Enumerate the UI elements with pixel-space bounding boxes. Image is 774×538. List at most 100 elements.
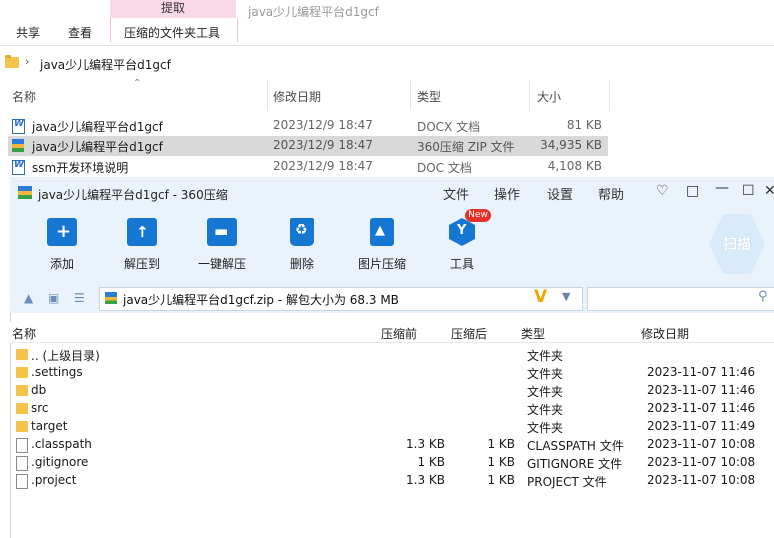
file-row[interactable]: java少儿编程平台d1gcf 2023/12/9 18:47 DOCX 文档 … <box>8 116 608 136</box>
tab-extract[interactable]: 提取 <box>110 0 236 18</box>
one-click-extract-button[interactable]: ▬ 一键解压 <box>192 215 252 277</box>
column-header-type[interactable]: 类型 <box>521 325 545 342</box>
column-header-type[interactable]: 类型 <box>417 88 441 105</box>
column-divider[interactable] <box>267 80 268 110</box>
row-date: 2023-11-07 10:08 <box>647 437 756 451</box>
list-item[interactable]: src 文件夹 2023-11-07 11:46 <box>12 400 772 418</box>
folder-icon <box>16 403 28 414</box>
chevron-right-icon[interactable]: › <box>25 55 29 68</box>
file-icon <box>16 438 28 453</box>
file-type: 360压缩 ZIP 文件 <box>417 140 515 154</box>
row-name: .settings <box>31 365 83 379</box>
row-type: 文件夹 <box>527 403 564 417</box>
row-name: .classpath <box>31 437 92 451</box>
extract-to-icon: ↑ <box>127 218 157 246</box>
column-divider[interactable] <box>410 80 411 110</box>
one-click-extract-label: 一键解压 <box>197 257 246 271</box>
explorer-window-title: java少儿编程平台d1gcf <box>248 5 379 19</box>
file-date: 2023/12/9 18:47 <box>273 159 373 173</box>
file-size: 34,935 KB <box>540 138 602 152</box>
list-item[interactable]: .gitignore 1 KB 1 KB GITIGNORE 文件 2023-1… <box>12 454 772 472</box>
list-item[interactable]: .settings 文件夹 2023-11-07 11:46 <box>12 364 772 382</box>
folder-icon <box>16 349 28 360</box>
maximize-icon[interactable]: ☐ <box>742 183 755 199</box>
add-icon: + <box>47 218 77 246</box>
list-item[interactable]: db 文件夹 2023-11-07 11:46 <box>12 382 772 400</box>
row-date: 2023-11-07 11:49 <box>647 419 756 433</box>
file-size: 81 KB <box>566 118 602 132</box>
tab-view[interactable]: 查看 <box>68 24 92 42</box>
row-type: 文件夹 <box>527 385 564 399</box>
row-type: 文件夹 <box>527 421 564 435</box>
zip-window-title: java少儿编程平台d1gcf - 360压缩 <box>38 188 228 202</box>
folder-icon <box>16 385 28 396</box>
tools-button[interactable]: Y 工具 <box>432 215 492 277</box>
menu-operation[interactable]: 操作 <box>494 184 520 203</box>
file-row[interactable]: ssm开发环境说明 2023/12/9 18:47 DOC 文档 4,108 K… <box>8 157 608 177</box>
add-label: 添加 <box>49 257 74 271</box>
column-header-name[interactable]: 名称 <box>12 325 36 342</box>
row-size-before: 1.3 KB <box>406 473 445 487</box>
extract-to-button[interactable]: ↑ 解压到 <box>112 215 172 277</box>
list-view-icon[interactable]: ☰ <box>74 291 85 305</box>
column-header-name[interactable]: 名称 <box>12 88 36 105</box>
column-header-before[interactable]: 压缩前 <box>381 325 417 342</box>
file-size: 4,108 KB <box>547 159 602 173</box>
row-name: db <box>31 383 47 397</box>
row-size-after: 1 KB <box>487 437 515 451</box>
file-name: ssm开发环境说明 <box>32 161 129 175</box>
row-date: 2023-11-07 10:08 <box>647 473 756 487</box>
address-breadcrumb[interactable]: java少儿编程平台d1gcf <box>40 56 171 73</box>
row-size-after: 1 KB <box>487 455 515 469</box>
file-date: 2023/12/9 18:47 <box>273 138 373 152</box>
chevron-down-icon[interactable]: ▼ <box>562 290 570 303</box>
delete-icon: ♻ <box>290 218 314 246</box>
row-type: 文件夹 <box>527 367 564 381</box>
column-header-date[interactable]: 修改日期 <box>273 88 321 105</box>
image-compress-button[interactable]: ▲ 图片压缩 <box>352 215 412 277</box>
word-doc-icon <box>12 160 25 175</box>
menu-help[interactable]: 帮助 <box>598 184 624 203</box>
row-name: target <box>31 419 68 433</box>
tab-compressed-folder-tools[interactable]: 压缩的文件夹工具 <box>124 24 220 42</box>
file-icon <box>16 456 28 471</box>
row-type: 文件夹 <box>527 349 564 363</box>
sort-ascending-icon: ⌃ <box>133 78 142 89</box>
file-type: DOCX 文档 <box>417 120 481 134</box>
delete-button[interactable]: ♻ 删除 <box>272 215 332 277</box>
column-header-size[interactable]: 大小 <box>537 88 561 105</box>
column-header-after[interactable]: 压缩后 <box>451 325 487 342</box>
search-input[interactable] <box>587 287 774 311</box>
file-row-selected[interactable]: java少儿编程平台d1gcf 2023/12/9 18:47 360压缩 ZI… <box>8 136 608 156</box>
list-item[interactable]: .project 1.3 KB 1 KB PROJECT 文件 2023-11-… <box>12 472 772 490</box>
row-size-after: 1 KB <box>487 473 515 487</box>
up-arrow-icon[interactable]: ▲ <box>24 291 33 305</box>
tab-share[interactable]: 共享 <box>16 24 40 42</box>
close-icon[interactable]: ✕ <box>764 183 774 199</box>
column-divider[interactable] <box>529 80 530 110</box>
column-divider[interactable] <box>609 80 610 110</box>
row-type: GITIGNORE 文件 <box>527 457 623 471</box>
folder-icon <box>5 55 19 68</box>
menu-settings[interactable]: 设置 <box>547 184 573 203</box>
minimize-icon[interactable]: — <box>715 180 729 196</box>
ribbon-divider <box>0 45 774 46</box>
row-date: 2023-11-07 11:46 <box>647 401 756 415</box>
parent-dir-row[interactable]: .. (上级目录) 文件夹 <box>12 346 772 364</box>
column-header-date[interactable]: 修改日期 <box>641 325 689 342</box>
search-icon[interactable]: ⚲ <box>758 289 768 304</box>
chat-icon[interactable]: □ <box>686 183 699 199</box>
zip-icon <box>12 139 24 152</box>
list-item[interactable]: target 文件夹 2023-11-07 11:49 <box>12 418 772 436</box>
thumbnail-view-icon[interactable]: ▣ <box>48 291 59 305</box>
v-logo-icon[interactable]: V <box>534 287 547 307</box>
file-name: java少儿编程平台d1gcf <box>32 140 163 154</box>
zip-icon <box>105 292 117 304</box>
list-item[interactable]: .classpath 1.3 KB 1 KB CLASSPATH 文件 2023… <box>12 436 772 454</box>
extract-to-label: 解压到 <box>123 257 160 271</box>
new-badge: New <box>465 209 491 222</box>
menu-file[interactable]: 文件 <box>443 184 469 203</box>
skin-icon[interactable]: ♡ <box>656 183 669 199</box>
add-button[interactable]: + 添加 <box>32 215 92 277</box>
image-compress-label: 图片压缩 <box>357 257 406 271</box>
